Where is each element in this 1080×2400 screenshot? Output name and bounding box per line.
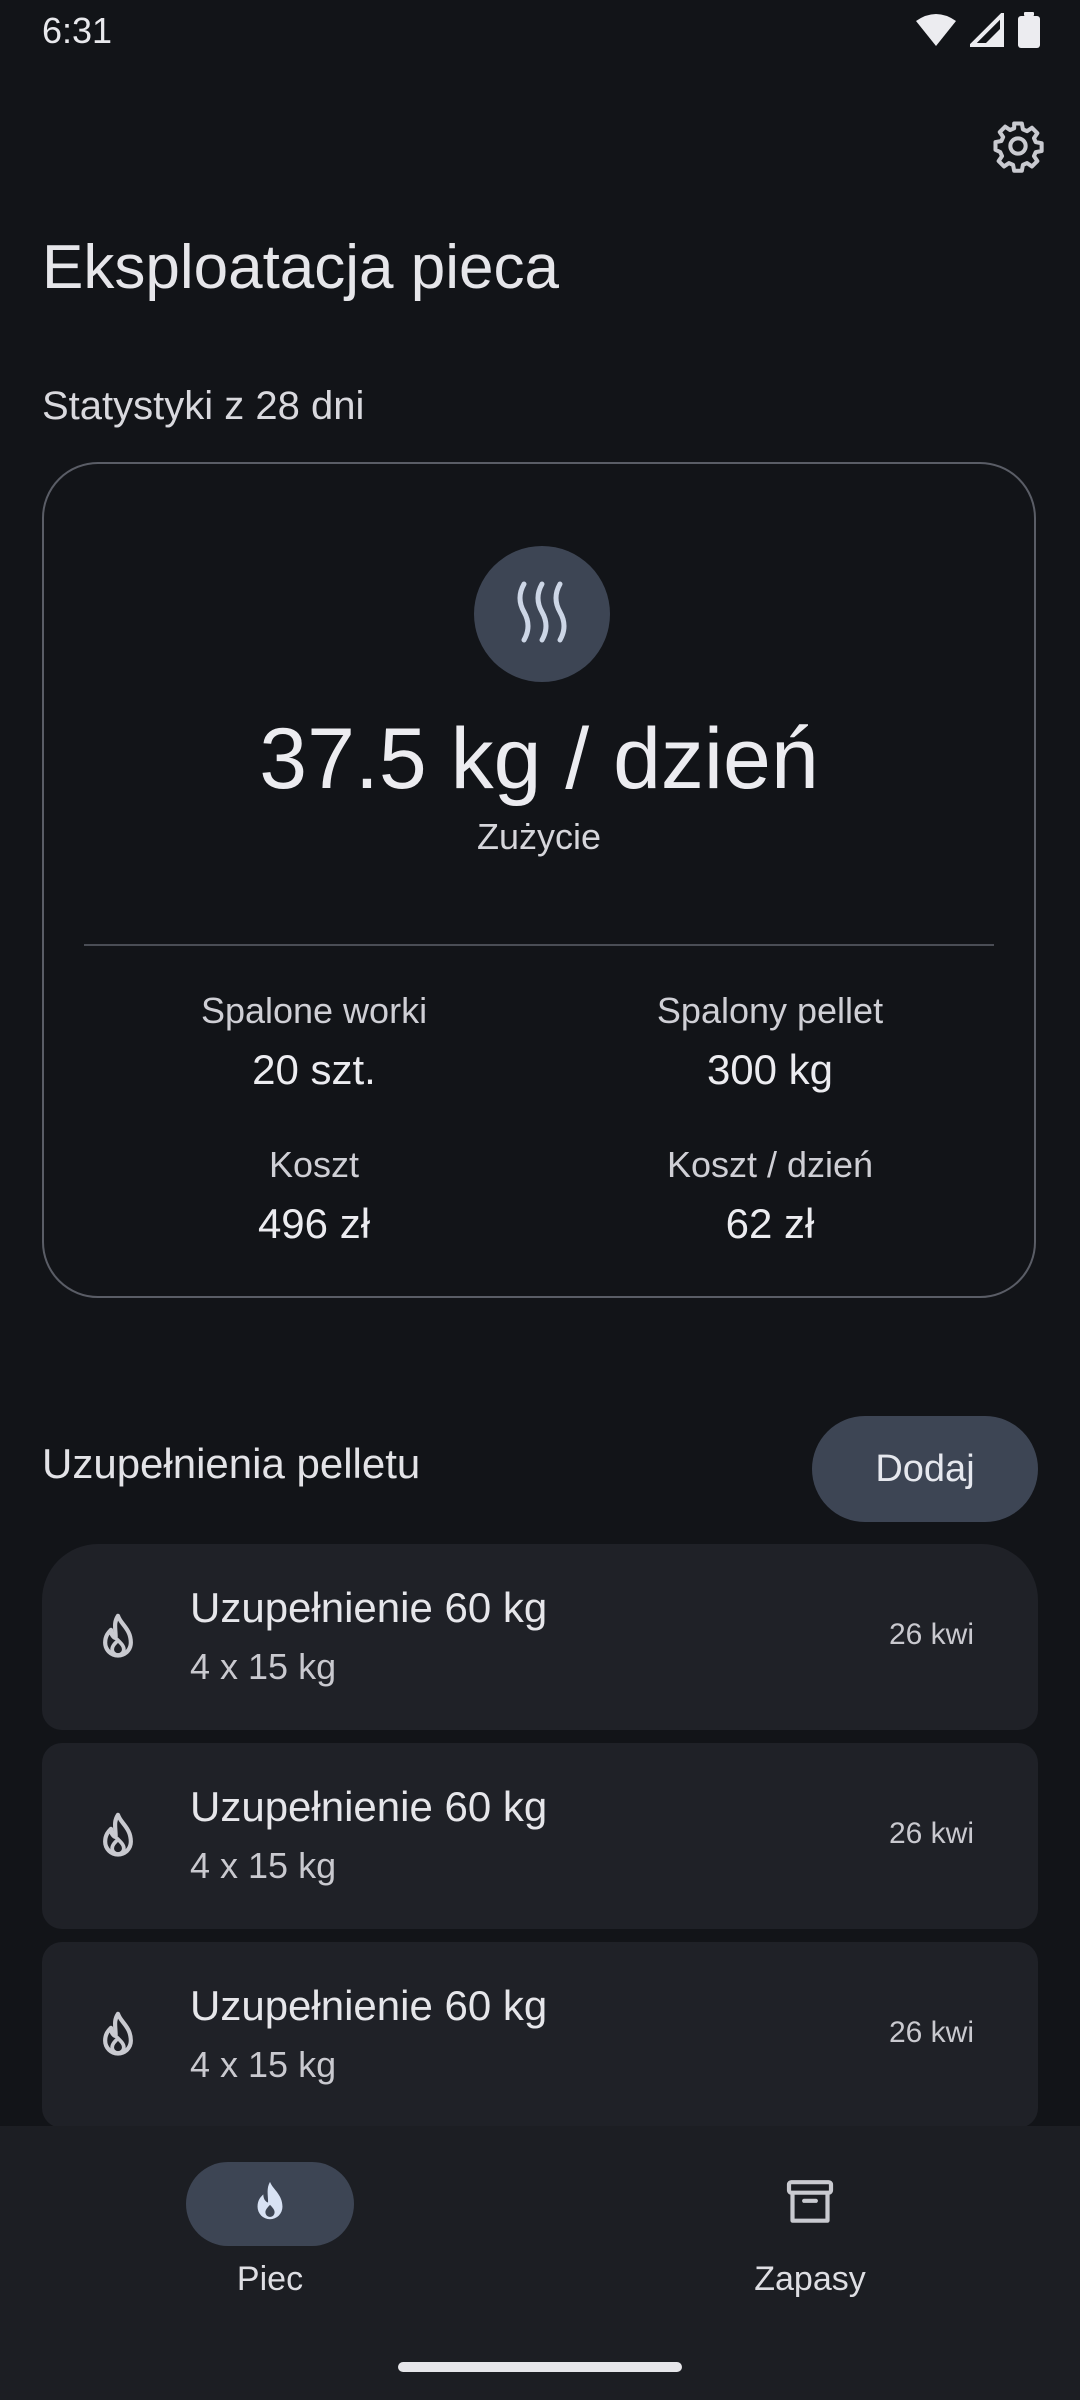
refill-subtitle: 4 x 15 kg <box>190 1845 337 1886</box>
list-item[interactable]: Uzupełnienie 60 kg 4 x 15 kg 26 kwi <box>42 1743 1038 1929</box>
refill-title: Uzupełnienie 60 kg <box>190 1783 548 1830</box>
stats-icon-container <box>474 546 610 682</box>
nav-icon-container <box>726 2162 894 2246</box>
stat-cost: Koszt 496 zł <box>84 1144 544 1248</box>
stat-value: 62 zł <box>725 1200 815 1247</box>
flame-icon <box>247 2177 293 2232</box>
refill-date: 26 kwi <box>888 1618 974 1651</box>
refills-section-title: Uzupełnienia pelletu <box>42 1440 421 1487</box>
nav-active-indicator <box>186 2162 354 2246</box>
list-item[interactable]: Uzupełnienie 60 kg 4 x 15 kg 26 kwi <box>42 1942 1038 2128</box>
list-item[interactable]: Uzupełnienie 60 kg 4 x 15 kg 26 kwi <box>42 1544 1038 1730</box>
nav-item-zapasy[interactable]: Zapasy <box>660 2162 960 2299</box>
refill-date: 26 kwi <box>888 1817 974 1850</box>
settings-button[interactable] <box>982 112 1054 184</box>
consumption-label: Zużycie <box>476 816 602 857</box>
refill-subtitle: 4 x 15 kg <box>190 1646 337 1687</box>
stat-burned-pellet: Spalony pellet 300 kg <box>540 990 1000 1094</box>
add-refill-button[interactable]: Dodaj <box>812 1416 1038 1522</box>
refill-subtitle: 4 x 15 kg <box>190 2044 337 2085</box>
battery-icon <box>1018 12 1040 53</box>
stats-card: 37.5 kg / dzień Zużycie Spalone worki 20… <box>42 462 1036 1298</box>
stat-value: 300 kg <box>706 1046 834 1093</box>
stat-label: Spalony pellet <box>656 990 884 1031</box>
refill-title: Uzupełnienie 60 kg <box>190 1982 548 2029</box>
gear-icon <box>991 119 1045 178</box>
nav-label: Piec <box>236 2260 304 2298</box>
stat-cost-per-day: Koszt / dzień 62 zł <box>540 1144 1000 1248</box>
stat-label: Koszt <box>268 1144 360 1185</box>
heat-waves-icon <box>512 580 572 649</box>
archive-icon <box>782 2174 838 2235</box>
status-icons <box>916 10 1040 53</box>
wifi-icon <box>916 13 956 52</box>
flame-outline-icon <box>90 2008 146 2064</box>
page-title: Eksploatacja pieca <box>42 233 559 302</box>
nav-label: Zapasy <box>754 2260 866 2298</box>
status-time: 6:31 <box>42 10 113 51</box>
signal-icon <box>967 10 1004 52</box>
nav-item-piec[interactable]: Piec <box>120 2162 420 2299</box>
stat-value: 20 szt. <box>252 1046 376 1093</box>
home-indicator[interactable] <box>398 2362 682 2372</box>
refill-date: 26 kwi <box>888 2016 974 2049</box>
refill-title: Uzupełnienie 60 kg <box>190 1584 548 1631</box>
stat-label: Koszt / dzień <box>666 1144 874 1185</box>
stat-value: 496 zł <box>257 1200 371 1247</box>
divider <box>84 944 994 946</box>
bottom-navigation: Piec Zapasy <box>0 2126 1080 2400</box>
flame-outline-icon <box>90 1809 146 1865</box>
flame-outline-icon <box>90 1610 146 1666</box>
stat-burned-bags: Spalone worki 20 szt. <box>84 990 544 1094</box>
stats-section-title: Statystyki z 28 dni <box>42 384 365 428</box>
stat-label: Spalone worki <box>200 990 428 1031</box>
status-bar: 6:31 <box>0 0 1080 64</box>
consumption-value: 37.5 kg / dzień <box>259 711 819 807</box>
